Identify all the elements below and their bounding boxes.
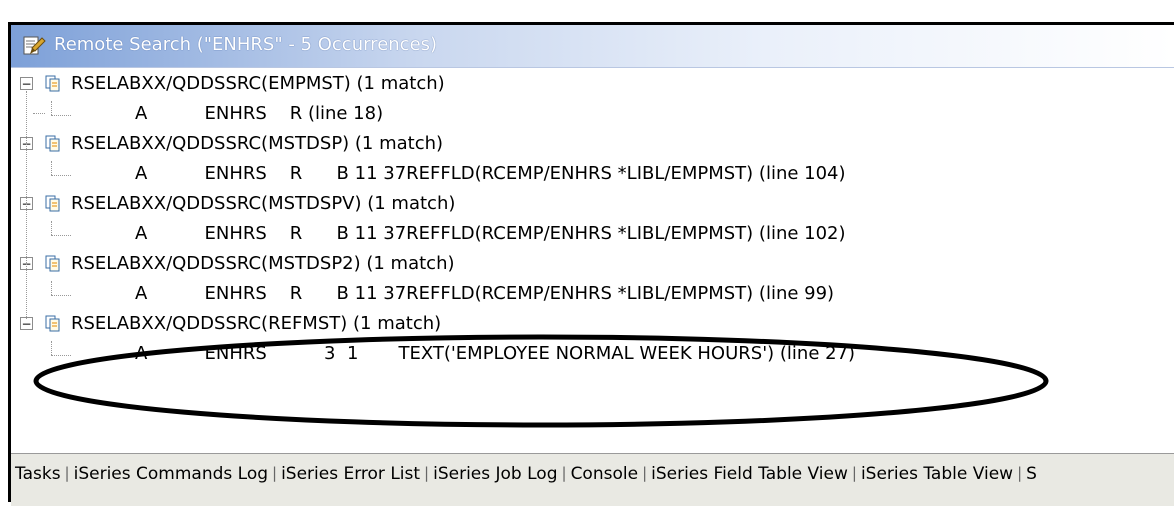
- match-line-item[interactable]: A ENHRS 3 1 TEXT('EMPLOYEE NORMAL WEEK H…: [11, 339, 1011, 369]
- search-icon: [23, 36, 46, 55]
- match-line-text: A ENHRS 3 1 TEXT('EMPLOYEE NORMAL WEEK H…: [135, 343, 856, 364]
- source-file-icon: [45, 195, 60, 212]
- view-title-bar[interactable]: Remote Search ("ENHRS" - 5 Occurrences): [11, 25, 1174, 68]
- match-line-item[interactable]: A ENHRS R B 11 37REFFLD(RCEMP/ENHRS *LIB…: [11, 219, 1011, 249]
- result-file-node[interactable]: − RSELABXX/QDDSSRC(MSTDSPV) (1 match): [11, 189, 611, 219]
- search-results-tree: − RSELABXX/QDDSSRC(EMPMST) (1 match) A E…: [11, 69, 1174, 449]
- result-file-node[interactable]: − RSELABXX/QDDSSRC(MSTDSP) (1 match): [11, 129, 611, 159]
- tab-overflow[interactable]: S: [1022, 464, 1041, 484]
- view-title: Remote Search ("ENHRS" - 5 Occurrences): [54, 34, 438, 55]
- collapse-toggle[interactable]: −: [20, 77, 33, 90]
- result-file-node[interactable]: − RSELABXX/QDDSSRC(MSTDSP2) (1 match): [11, 249, 611, 279]
- match-line-text: A ENHRS R B 11 37REFFLD(RCEMP/ENHRS *LIB…: [135, 163, 846, 184]
- tab-console[interactable]: Console: [567, 464, 643, 484]
- tab-iseries-error-list[interactable]: iSeries Error List: [277, 464, 424, 484]
- match-line-text: A ENHRS R (line 18): [135, 103, 384, 124]
- result-file-node[interactable]: − RSELABXX/QDDSSRC(REFMST) (1 match): [11, 309, 611, 339]
- tab-iseries-field-table-view[interactable]: iSeries Field Table View: [647, 464, 852, 484]
- source-file-icon: [45, 255, 60, 272]
- source-file-icon: [45, 135, 60, 152]
- source-file-icon: [45, 75, 60, 92]
- result-file-label: RSELABXX/QDDSSRC(MSTDSPV) (1 match): [71, 193, 456, 214]
- tree-spine: [26, 91, 27, 319]
- tab-iseries-commands-log[interactable]: iSeries Commands Log: [70, 464, 272, 484]
- match-line-text: A ENHRS R B 11 37REFFLD(RCEMP/ENHRS *LIB…: [135, 283, 835, 304]
- tab-iseries-job-log[interactable]: iSeries Job Log: [429, 464, 561, 484]
- match-line-item[interactable]: A ENHRS R (line 18): [11, 99, 911, 129]
- view-tab-bar: Tasks | iSeries Commands Log | iSeries Error…: [11, 453, 1174, 506]
- tab-tasks[interactable]: Tasks: [11, 464, 65, 484]
- result-file-label: RSELABXX/QDDSSRC(MSTDSP2) (1 match): [71, 253, 455, 274]
- result-file-label: RSELABXX/QDDSSRC(EMPMST) (1 match): [71, 73, 445, 94]
- result-file-label: RSELABXX/QDDSSRC(MSTDSP) (1 match): [71, 133, 444, 154]
- result-file-label: RSELABXX/QDDSSRC(REFMST) (1 match): [71, 313, 442, 334]
- remote-search-view: Remote Search ("ENHRS" - 5 Occurrences) …: [8, 22, 1174, 506]
- source-file-icon: [45, 315, 60, 332]
- match-line-item[interactable]: A ENHRS R B 11 37REFFLD(RCEMP/ENHRS *LIB…: [11, 279, 1011, 309]
- match-line-item[interactable]: A ENHRS R B 11 37REFFLD(RCEMP/ENHRS *LIB…: [11, 159, 1011, 189]
- match-line-text: A ENHRS R B 11 37REFFLD(RCEMP/ENHRS *LIB…: [135, 223, 846, 244]
- result-file-node[interactable]: − RSELABXX/QDDSSRC(EMPMST) (1 match): [11, 69, 611, 99]
- tab-iseries-table-view[interactable]: iSeries Table View: [857, 464, 1017, 484]
